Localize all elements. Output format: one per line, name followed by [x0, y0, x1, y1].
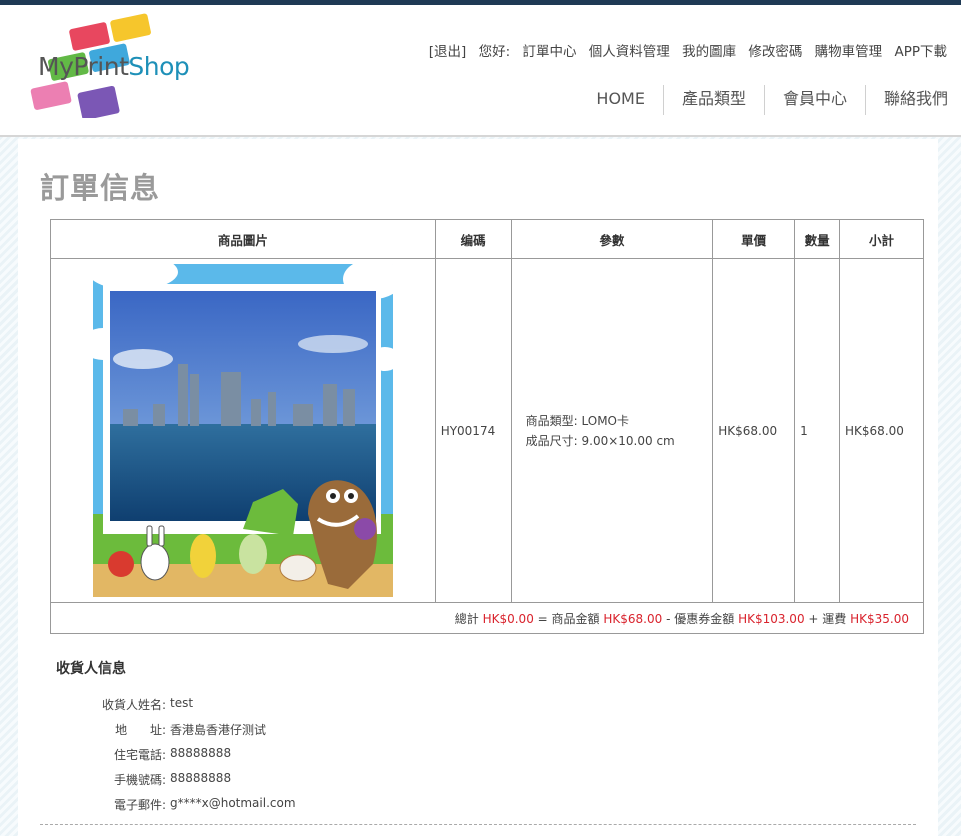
recipient-name-value: test [170, 696, 194, 710]
recipient-name-label: 收貨人姓名: [101, 698, 166, 712]
col-header-code: 编碼 [434, 219, 512, 259]
col-header-unit-price: 單價 [712, 219, 796, 259]
recipient-row-mobile: 手機號碼: 88888888 [78, 771, 296, 796]
col-header-subtotal: 小計 [839, 219, 924, 259]
recipient-info: 收貨人姓名: test 地 址: 香港島香港仔测试 住宅電話: 88888888… [78, 696, 296, 821]
subtotal: HK$68.00 [839, 258, 924, 603]
app-download-link[interactable]: APP下載 [894, 44, 947, 60]
greeting-text: 您好: [478, 44, 511, 60]
logo-my: MyPrint [38, 52, 129, 81]
nav-home[interactable]: HOME [578, 85, 663, 115]
col-header-image: 商品圖片 [50, 219, 436, 259]
param-size-label: 成品尺寸: [525, 433, 578, 448]
goods-value: HK$68.00 [603, 611, 663, 626]
recipient-title: 收貨人信息 [56, 661, 126, 677]
order-table: 商品圖片 编碼 參數 單價 數量 小計 HY00174 商品類型: LOMO卡 … [50, 219, 924, 634]
coupon-value: HK$103.00 [738, 611, 805, 626]
main-content: 訂單信息 商品圖片 编碼 參數 單價 數量 小計 HY00174 商品類型: L… [18, 139, 938, 836]
product-image[interactable] [92, 264, 393, 597]
logout-link[interactable]: [退出] [429, 44, 467, 60]
total-value: HK$0.00 [482, 611, 534, 626]
logo-text: MyPrintShop [38, 52, 190, 81]
recipient-address-label: 地 址: [115, 723, 166, 737]
product-code: HY00174 [434, 258, 512, 603]
param-size-value: 9.00×10.00 cm [581, 433, 675, 448]
change-password-link[interactable]: 修改密碼 [748, 44, 802, 60]
col-header-params: 參數 [510, 219, 714, 259]
goods-label: = 商品金額 [537, 611, 600, 626]
gallery-link[interactable]: 我的圖庫 [682, 44, 736, 60]
quantity: 1 [794, 258, 841, 603]
main-nav: HOME 產品類型 會員中心 聯絡我們 [578, 85, 961, 115]
table-row: HY00174 商品類型: LOMO卡 成品尺寸: 9.00×10.00 cm … [50, 258, 924, 603]
recipient-email-value: g****x@hotmail.com [170, 796, 296, 810]
recipient-mobile-value: 88888888 [170, 771, 232, 785]
table-header-row: 商品圖片 编碼 參數 單價 數量 小計 [50, 219, 924, 259]
recipient-address-value: 香港島香港仔测试 [170, 723, 267, 737]
recipient-mobile-label: 手機號碼: [113, 773, 166, 787]
recipient-email-label: 電子郵件: [113, 798, 166, 812]
total-label: 總計 [454, 611, 479, 626]
section-divider [40, 824, 916, 825]
recipient-home-phone-value: 88888888 [170, 746, 232, 760]
shipping-label: + 運費 [808, 611, 847, 626]
param-type-label: 商品類型: [525, 413, 578, 428]
param-type: 商品類型: LOMO卡 [526, 411, 713, 431]
site-header: MyPrintShop [退出] 您好: 訂單中心 個人資料管理 我的圖庫 修改… [0, 5, 961, 137]
product-image-cell [50, 258, 436, 603]
nav-member[interactable]: 會員中心 [763, 85, 865, 115]
user-links: [退出] 您好: 訂單中心 個人資料管理 我的圖庫 修改密碼 購物車管理 APP… [421, 40, 947, 60]
nav-products[interactable]: 產品類型 [662, 85, 764, 115]
cart-link[interactable]: 購物車管理 [815, 44, 883, 60]
profile-link[interactable]: 個人資料管理 [589, 44, 670, 60]
col-header-qty: 數量 [794, 219, 841, 259]
recipient-row-home-phone: 住宅電話: 88888888 [78, 746, 296, 771]
param-type-value: LOMO卡 [581, 413, 630, 428]
product-params: 商品類型: LOMO卡 成品尺寸: 9.00×10.00 cm [510, 258, 714, 603]
order-total: 總計 HK$0.00 = 商品金額 HK$68.00 - 優惠券金額 HK$10… [50, 602, 924, 634]
order-center-link[interactable]: 訂單中心 [522, 44, 576, 60]
nav-contact[interactable]: 聯絡我們 [864, 85, 961, 115]
recipient-row-name: 收貨人姓名: test [78, 696, 296, 721]
coupon-label: - 優惠券金額 [666, 611, 735, 626]
page-title: 訂單信息 [40, 171, 161, 205]
total-row: 總計 HK$0.00 = 商品金額 HK$68.00 - 優惠券金額 HK$10… [50, 602, 924, 634]
recipient-row-address: 地 址: 香港島香港仔测试 [78, 721, 296, 746]
param-size: 成品尺寸: 9.00×10.00 cm [526, 431, 713, 451]
unit-price: HK$68.00 [712, 258, 796, 603]
shipping-value: HK$35.00 [850, 611, 909, 626]
recipient-row-email: 電子郵件: g****x@hotmail.com [78, 796, 296, 821]
logo-shop: Shop [128, 52, 190, 81]
recipient-home-phone-label: 住宅電話: [113, 748, 166, 762]
